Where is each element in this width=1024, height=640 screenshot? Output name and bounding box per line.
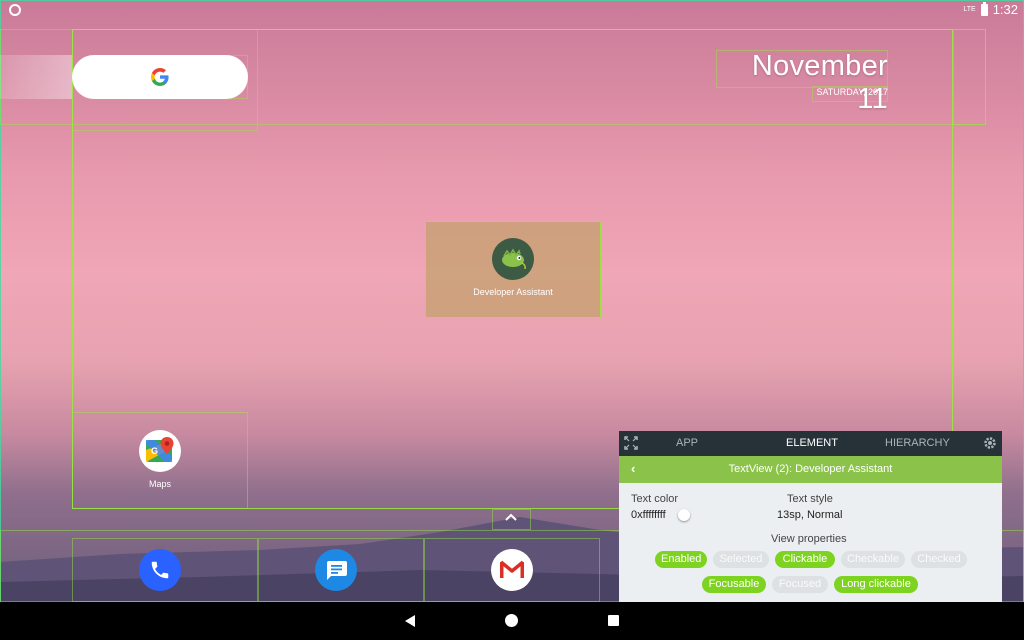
tab-hierarchy[interactable]: HIERARCHY <box>885 437 950 449</box>
chip-focusable: Focusable <box>702 576 766 593</box>
gmail-icon <box>499 560 525 578</box>
chip-checked: Checked <box>911 551 967 568</box>
expand-icon[interactable] <box>624 436 638 450</box>
chameleon-icon <box>492 238 534 280</box>
app-label: Maps <box>148 479 171 489</box>
recents-icon[interactable] <box>608 615 619 626</box>
chip-long-clickable: Long clickable <box>834 576 918 593</box>
network-type-label: LTE <box>963 6 976 13</box>
gear-icon[interactable] <box>983 436 997 450</box>
clock: 1:32 <box>992 2 1018 17</box>
inspector-header: ‹ TextView (2): Developer Assistant <box>619 456 1002 483</box>
battery-icon <box>980 1 988 16</box>
status-bar: LTE 1:32 <box>0 0 1024 20</box>
google-g-icon <box>151 68 169 86</box>
home-icon[interactable] <box>505 614 518 627</box>
app-label: Developer Assistant <box>473 287 553 297</box>
date-widget[interactable]: November 11 <box>716 50 888 116</box>
notification-icon <box>9 4 21 16</box>
day-label: SATURDAY, 2017 <box>816 87 888 97</box>
chip-enabled: Enabled <box>655 551 707 568</box>
phone-icon <box>151 561 169 579</box>
search-bar-edge <box>0 55 72 99</box>
maps-pin-icon: G <box>139 430 181 472</box>
view-properties-label: View properties <box>771 533 847 545</box>
google-search-bar[interactable] <box>72 55 248 99</box>
svg-text:G: G <box>151 446 158 456</box>
tab-element[interactable]: ELEMENT <box>786 437 838 449</box>
chip-clickable: Clickable <box>775 551 835 568</box>
chip-selected: Selected <box>713 551 769 568</box>
text-style-label: Text style <box>787 493 833 505</box>
messages-icon <box>327 561 347 580</box>
dock-gmail[interactable] <box>491 549 533 591</box>
tab-app[interactable]: APP <box>676 437 698 449</box>
inspector-title: TextView (2): Developer Assistant <box>728 463 893 475</box>
app-maps[interactable]: G Maps <box>72 430 248 489</box>
dock-phone[interactable] <box>139 549 181 591</box>
inspector-tabs: APP ELEMENT HIERARCHY <box>619 431 1002 456</box>
chip-checkable: Checkable <box>841 551 905 568</box>
chevron-up-icon[interactable] <box>503 512 519 522</box>
text-style-value: 13sp, Normal <box>777 509 843 521</box>
chip-focused: Focused <box>772 576 828 593</box>
app-developer-assistant[interactable]: Developer Assistant <box>425 238 601 297</box>
back-icon[interactable] <box>404 615 416 627</box>
text-color-value: 0xffffffff <box>631 509 666 521</box>
dock-messages[interactable] <box>315 549 357 591</box>
text-color-label: Text color <box>631 493 679 505</box>
color-swatch <box>678 509 690 521</box>
